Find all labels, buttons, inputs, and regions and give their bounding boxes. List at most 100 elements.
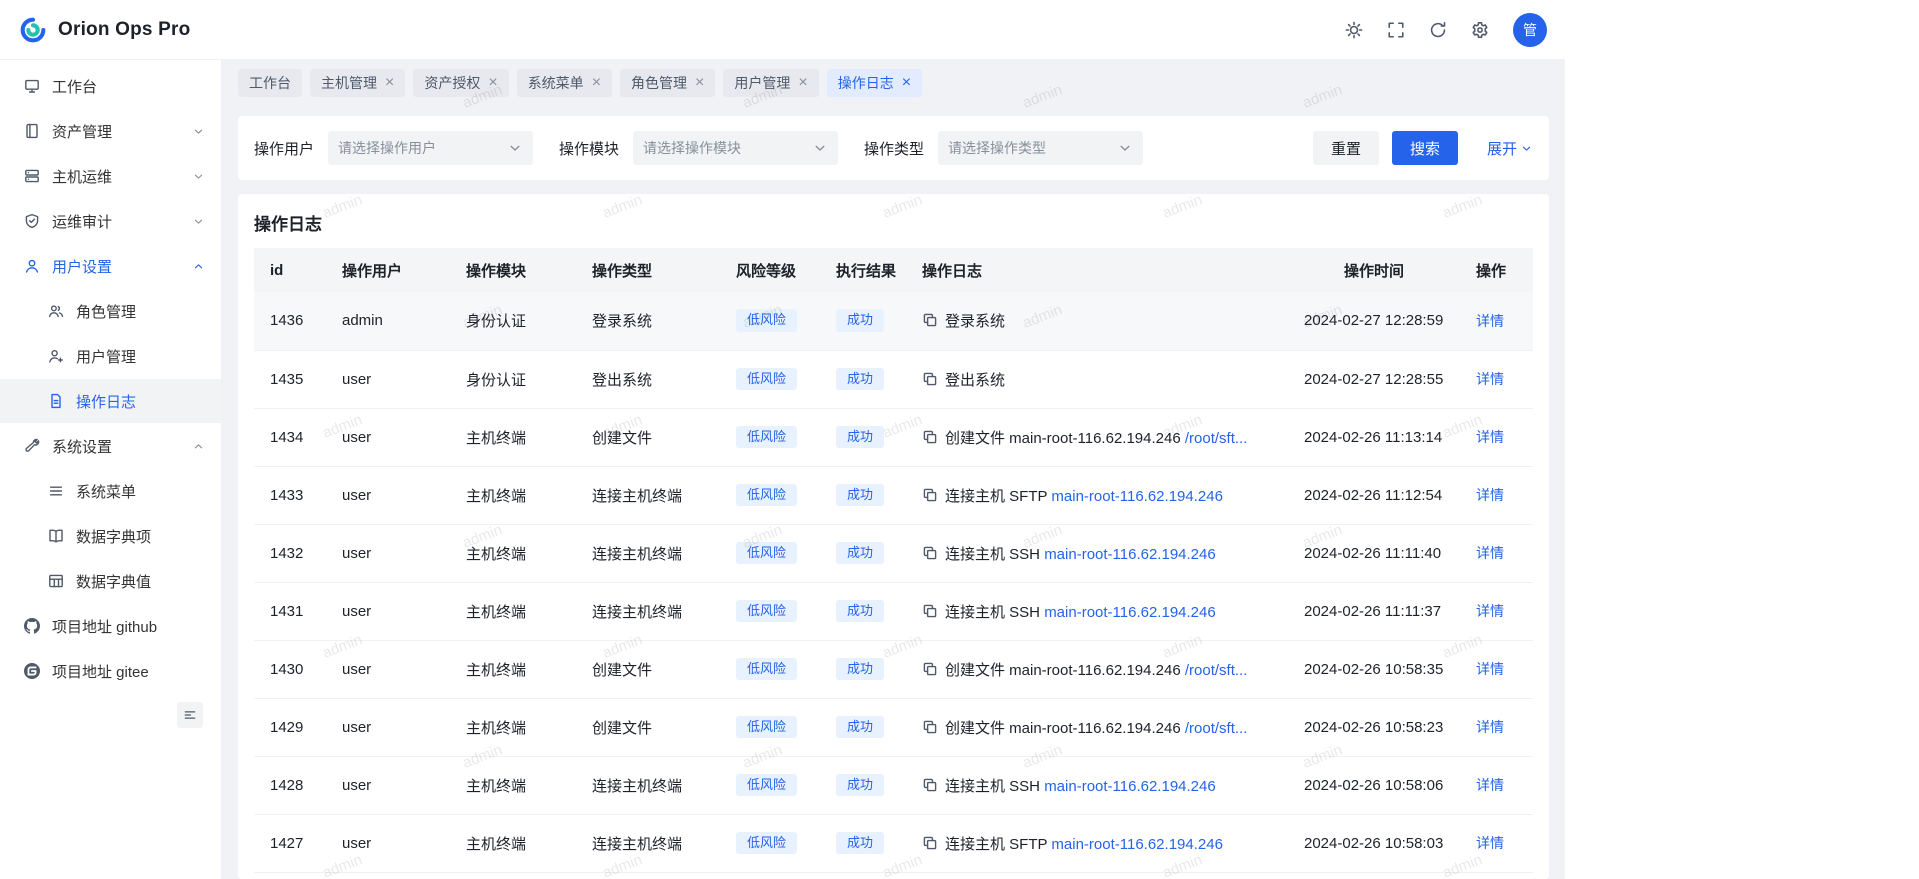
log-link[interactable]: main-root-116.62.194.246 (1051, 488, 1223, 505)
detail-link[interactable]: 详情 (1476, 545, 1504, 561)
cell-log: 连接主机 SSH main-root-116.62.194.246 (906, 756, 1288, 814)
sidebar-item-role-management[interactable]: 角色管理 (0, 289, 221, 333)
cell-risk: 低风险 (720, 408, 820, 466)
detail-link[interactable]: 详情 (1476, 603, 1504, 619)
tab-close-icon[interactable]: × (385, 75, 394, 91)
refresh-button[interactable] (1429, 21, 1447, 39)
tab-close-icon[interactable]: × (695, 75, 704, 91)
detail-link[interactable]: 详情 (1476, 313, 1504, 329)
watermark-text: admin (222, 301, 225, 332)
cell-user: user (326, 582, 450, 640)
cell-action: 详情 (1460, 292, 1533, 350)
operator-user-select[interactable]: 请选择操作用户 (328, 131, 533, 165)
select-placeholder: 请选择操作类型 (948, 138, 1046, 158)
sidebar-item-system-menu[interactable]: 系统菜单 (0, 469, 221, 513)
reset-button[interactable]: 重置 (1313, 131, 1379, 165)
tab-bar: 工作台主机管理× 资产授权× 系统菜单× 角色管理× 用户管理 × 操作日志 × (222, 60, 1565, 106)
app-layout: 工作台资产管理主机运维运维审计用户设置角色管理用户管理操作日志系统设置系统菜单数… (0, 60, 1565, 879)
tab-role-management[interactable]: 角色管理× (620, 69, 715, 97)
settings-button[interactable] (1471, 21, 1489, 39)
cell-id: 1430 (254, 640, 326, 698)
cell-type: 连接主机终端 (576, 582, 720, 640)
cell-user: user (326, 350, 450, 408)
tab-close-icon[interactable]: × (902, 75, 911, 91)
tab-asset-authorization[interactable]: 资产授权× (413, 69, 508, 97)
cell-id: 1427 (254, 814, 326, 872)
sidebar-item-system-settings[interactable]: 系统设置 (0, 424, 221, 468)
operation-module-select[interactable]: 请选择操作模块 (633, 131, 838, 165)
tab-user-management[interactable]: 用户管理 × (723, 69, 818, 97)
cell-module: 身份认证 (450, 350, 576, 408)
log-link[interactable]: main-root-116.62.194.246 (1044, 604, 1216, 621)
result-badge: 成功 (836, 484, 884, 507)
sidebar-item-user-settings[interactable]: 用户设置 (0, 244, 221, 288)
cell-module: 主机终端 (450, 466, 576, 524)
log-link[interactable]: /root/sft... (1185, 662, 1248, 679)
tab-label: 用户管理 (734, 73, 790, 93)
log-link[interactable]: main-root-116.62.194.246 (1044, 546, 1216, 563)
tab-label: 操作日志 (838, 73, 894, 93)
log-link[interactable]: /root/sft... (1185, 720, 1248, 737)
user-avatar[interactable]: 管 (1513, 13, 1547, 47)
sidebar-item-user-management[interactable]: 用户管理 (0, 334, 221, 378)
select-placeholder: 请选择操作用户 (338, 138, 436, 158)
sidebar-item-gitee-link[interactable]: 项目地址 gitee (0, 649, 221, 693)
search-button[interactable]: 搜索 (1392, 131, 1458, 165)
log-link[interactable]: main-root-116.62.194.246 (1051, 836, 1223, 853)
tab-close-icon[interactable]: × (592, 75, 601, 91)
log-text: 连接主机 SFTP (945, 488, 1051, 505)
sidebar-item-label: 系统菜单 (76, 481, 136, 502)
table-icon (48, 573, 64, 589)
cell-module: 主机终端 (450, 524, 576, 582)
theme-toggle-button[interactable] (1345, 21, 1363, 39)
detail-link[interactable]: 详情 (1476, 487, 1504, 503)
tab-close-icon[interactable]: × (488, 75, 497, 91)
filter-actions: 重置搜索 展开 (1313, 131, 1533, 165)
cell-id: 1431 (254, 582, 326, 640)
cell-module: 主机终端 (450, 408, 576, 466)
sidebar-item-workbench[interactable]: 工作台 (0, 64, 221, 108)
filter-bar: 操作用户请选择操作用户操作模块请选择操作模块操作类型请选择操作类型重置搜索展开 (238, 116, 1549, 180)
sidebar-item-asset-management[interactable]: 资产管理 (0, 109, 221, 153)
sidebar-item-data-dict-item[interactable]: 数据字典项 (0, 514, 221, 558)
operation-type-select[interactable]: 请选择操作类型 (938, 131, 1143, 165)
expand-toggle[interactable]: 展开 (1487, 138, 1533, 159)
cell-log: 创建文件 main-root-116.62.194.246 /root/sft.… (906, 640, 1288, 698)
sidebar-item-operation-log[interactable]: 操作日志 (0, 379, 221, 423)
tab-host-management[interactable]: 主机管理× (310, 69, 405, 97)
cell-module: 主机终端 (450, 640, 576, 698)
sidebar-item-github-link[interactable]: 项目地址 github (0, 604, 221, 648)
detail-link[interactable]: 详情 (1476, 371, 1504, 387)
cell-user: user (326, 524, 450, 582)
cell-id: 1429 (254, 698, 326, 756)
tab-close-icon[interactable]: × (798, 75, 807, 91)
table-row: 1433user主机终端连接主机终端低风险成功连接主机 SFTP main-ro… (254, 466, 1533, 524)
detail-link[interactable]: 详情 (1476, 661, 1504, 677)
sidebar-item-data-dict-value[interactable]: 数据字典值 (0, 559, 221, 603)
filter-operation-type: 操作类型请选择操作类型 (864, 131, 1143, 165)
cell-risk: 低风险 (720, 640, 820, 698)
log-link[interactable]: main-root-116.62.194.246 (1044, 778, 1216, 795)
tab-operation-log[interactable]: 操作日志 × (827, 69, 922, 97)
risk-badge: 低风险 (736, 484, 797, 507)
log-link[interactable]: /root/sft... (1185, 430, 1248, 447)
sidebar-collapse-button[interactable] (177, 702, 203, 728)
tab-workbench[interactable]: 工作台 (238, 69, 302, 97)
table-header-row: id操作用户操作模块操作类型风险等级执行结果操作日志操作时间操作 (254, 248, 1533, 292)
sidebar-item-ops-audit[interactable]: 运维审计 (0, 199, 221, 243)
detail-link[interactable]: 详情 (1476, 777, 1504, 793)
detail-link[interactable]: 详情 (1476, 429, 1504, 445)
cell-result: 成功 (820, 408, 906, 466)
tab-system-menu[interactable]: 系统菜单× (517, 69, 612, 97)
sidebar-item-host-ops[interactable]: 主机运维 (0, 154, 221, 198)
sidebar-item-label: 操作日志 (76, 391, 136, 412)
refresh-icon (1429, 21, 1447, 39)
detail-link[interactable]: 详情 (1476, 719, 1504, 735)
log-text: 连接主机 SSH (945, 778, 1044, 795)
fullscreen-button[interactable] (1387, 21, 1405, 39)
cell-time: 2024-02-26 11:12:54 (1288, 466, 1460, 524)
detail-link[interactable]: 详情 (1476, 835, 1504, 851)
cell-module: 身份认证 (450, 292, 576, 350)
result-badge: 成功 (836, 426, 884, 449)
cell-action: 详情 (1460, 466, 1533, 524)
